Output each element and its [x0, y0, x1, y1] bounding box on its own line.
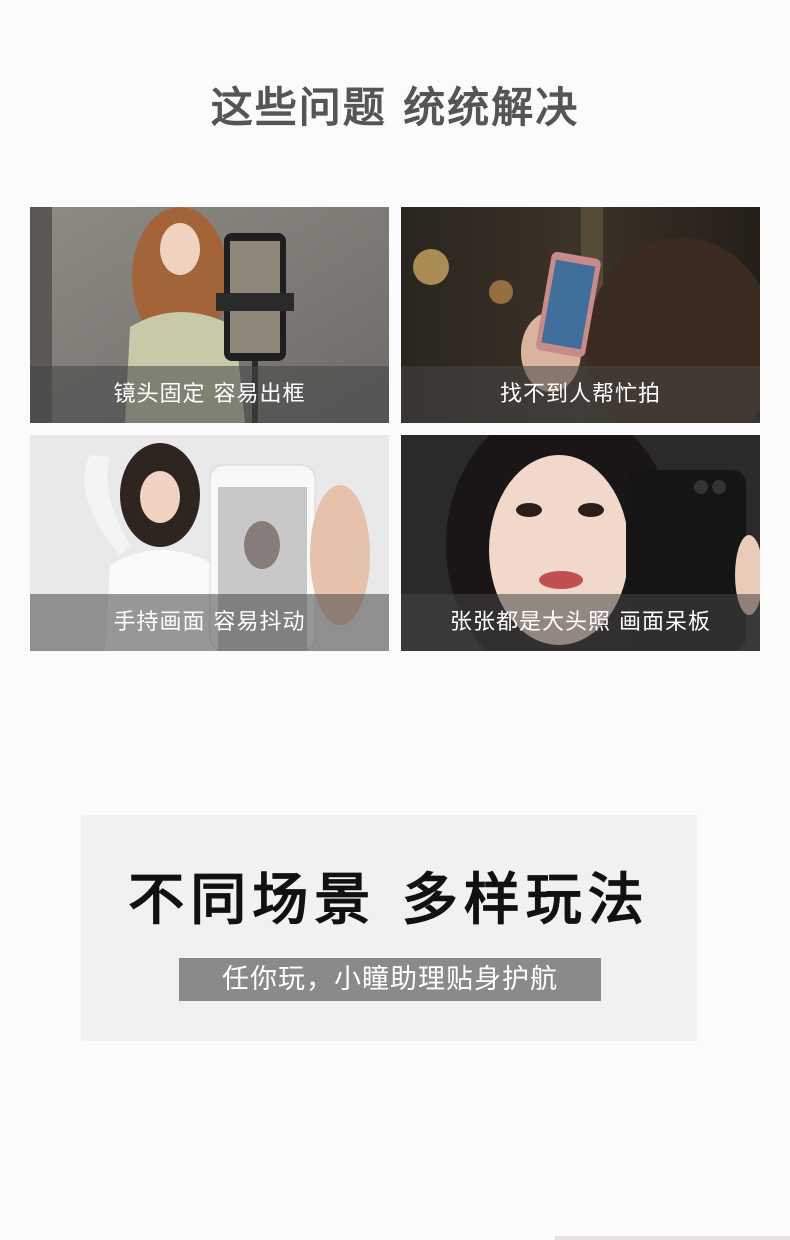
tile-caption: 镜头固定 容易出框 — [113, 382, 306, 407]
scene-card-close-up-selfie: 张张都是大头照 画面呆板 — [401, 435, 760, 651]
scene-card-fixed-lens: 镜头固定 容易出框 — [30, 207, 389, 423]
tile-caption: 找不到人帮忙拍 — [499, 382, 661, 407]
scene-card-no-helper: 找不到人帮忙拍 — [401, 207, 760, 423]
tile-caption: 张张都是大头照 画面呆板 — [450, 610, 711, 635]
banner-subtitle: 任你玩，小瞳助理贴身护航 — [179, 958, 601, 1001]
tile-caption: 手持画面 容易抖动 — [113, 610, 306, 635]
scene-card-handheld-shake: 手持画面 容易抖动 — [30, 435, 389, 651]
section-heading: 这些问题 统统解决 — [210, 83, 580, 132]
divider — [555, 1236, 790, 1240]
feature-banner: 不同场景 多样玩法 任你玩，小瞳助理贴身护航 — [81, 815, 697, 1041]
banner-title: 不同场景 多样玩法 — [128, 868, 650, 933]
